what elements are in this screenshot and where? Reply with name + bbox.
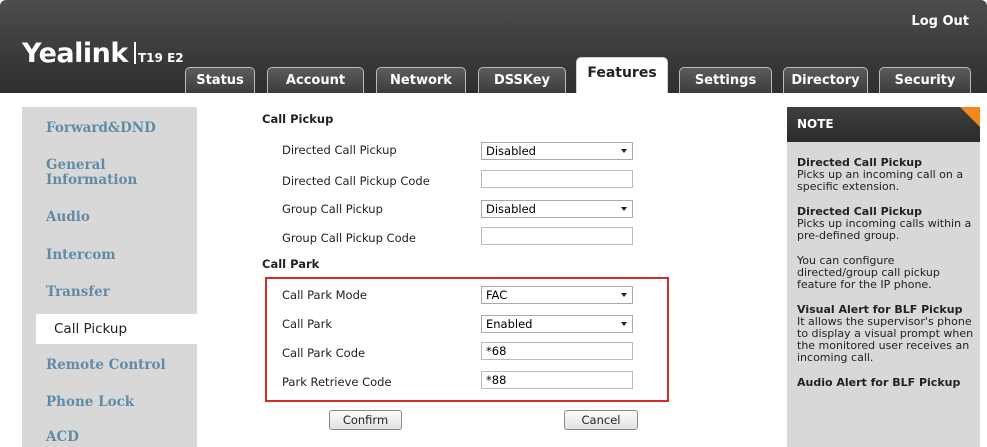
note-block-text: Picks up incoming calls within a pre-def… xyxy=(797,217,972,242)
select-group-call-pickup[interactable]: Disabled xyxy=(481,200,633,218)
logo-separator xyxy=(133,42,136,64)
select-directed-call-pickup[interactable]: Disabled xyxy=(481,142,633,160)
tab-security[interactable]: Security xyxy=(879,67,971,93)
section-call-pickup: Call Pickup xyxy=(262,112,334,126)
note-title: NOTE xyxy=(787,107,980,142)
select-value: Enabled xyxy=(486,317,533,331)
select-value: Disabled xyxy=(486,144,536,158)
note-panel: NOTE Directed Call Pickup Picks up an in… xyxy=(787,107,980,447)
tab-settings[interactable]: Settings xyxy=(679,67,772,93)
brand-name: Yealink xyxy=(22,38,128,69)
chevron-down-icon xyxy=(621,293,627,297)
tab-network[interactable]: Network xyxy=(376,67,466,93)
select-value: FAC xyxy=(486,288,508,302)
tab-features[interactable]: Features xyxy=(576,57,668,93)
sidebar-item-transfer[interactable]: Transfer xyxy=(22,285,197,300)
sidebar: Forward&DND General Information Audio In… xyxy=(22,107,197,447)
sidebar-item-general-information[interactable]: General Information xyxy=(22,158,167,188)
note-body: Directed Call Pickup Picks up an incomin… xyxy=(797,157,975,389)
select-value: Disabled xyxy=(486,202,536,216)
logout-link[interactable]: Log Out xyxy=(911,14,969,29)
sidebar-item-acd[interactable]: ACD xyxy=(22,430,197,445)
confirm-button[interactable]: Confirm xyxy=(329,410,402,430)
sidebar-item-remote-control[interactable]: Remote Control xyxy=(22,358,197,373)
select-call-park[interactable]: Enabled xyxy=(481,315,633,333)
note-block-text: It allows the supervisor's phone to disp… xyxy=(797,315,974,364)
label-call-park-mode: Call Park Mode xyxy=(282,288,367,302)
input-group-call-pickup-code[interactable] xyxy=(481,227,633,245)
label-park-retrieve-code: Park Retrieve Code xyxy=(282,375,392,389)
header-bar: Yealink T19 E2 Log Out Status Account Ne… xyxy=(0,0,987,93)
label-group-call-pickup: Group Call Pickup xyxy=(282,202,383,216)
sidebar-item-call-pickup[interactable]: Call Pickup xyxy=(36,314,197,344)
tab-status[interactable]: Status xyxy=(185,67,255,93)
cancel-button[interactable]: Cancel xyxy=(564,410,638,430)
note-block-text: You can configure directed/group call pi… xyxy=(797,254,940,291)
sidebar-item-audio[interactable]: Audio xyxy=(22,210,197,225)
model-name: T19 E2 xyxy=(138,51,184,65)
label-group-call-pickup-code: Group Call Pickup Code xyxy=(282,231,416,245)
note-block-text: Picks up an incoming call on a specific … xyxy=(797,168,964,193)
note-block-title: Audio Alert for BLF Pickup xyxy=(797,376,961,389)
section-call-park: Call Park xyxy=(262,257,320,271)
brand-logo: Yealink xyxy=(22,38,141,69)
sidebar-item-phone-lock[interactable]: Phone Lock xyxy=(22,395,197,410)
label-directed-call-pickup-code: Directed Call Pickup Code xyxy=(282,174,430,188)
input-call-park-code[interactable]: *68 xyxy=(481,342,633,360)
tab-account[interactable]: Account xyxy=(267,67,364,93)
sidebar-item-intercom[interactable]: Intercom xyxy=(22,248,197,263)
chevron-down-icon xyxy=(621,322,627,326)
chevron-down-icon xyxy=(621,207,627,211)
input-directed-call-pickup-code[interactable] xyxy=(481,170,633,188)
chevron-down-icon xyxy=(621,149,627,153)
sidebar-item-forward-dnd[interactable]: Forward&DND xyxy=(22,121,197,136)
note-corner-accent xyxy=(960,107,980,127)
input-park-retrieve-code[interactable]: *88 xyxy=(481,371,633,389)
label-call-park: Call Park xyxy=(282,317,332,331)
web-ui: Yealink T19 E2 Log Out Status Account Ne… xyxy=(0,0,987,447)
tab-dsskey[interactable]: DSSKey xyxy=(478,67,566,93)
label-directed-call-pickup: Directed Call Pickup xyxy=(282,143,397,157)
label-call-park-code: Call Park Code xyxy=(282,346,366,360)
tab-directory[interactable]: Directory xyxy=(783,67,868,93)
select-call-park-mode[interactable]: FAC xyxy=(481,286,633,304)
